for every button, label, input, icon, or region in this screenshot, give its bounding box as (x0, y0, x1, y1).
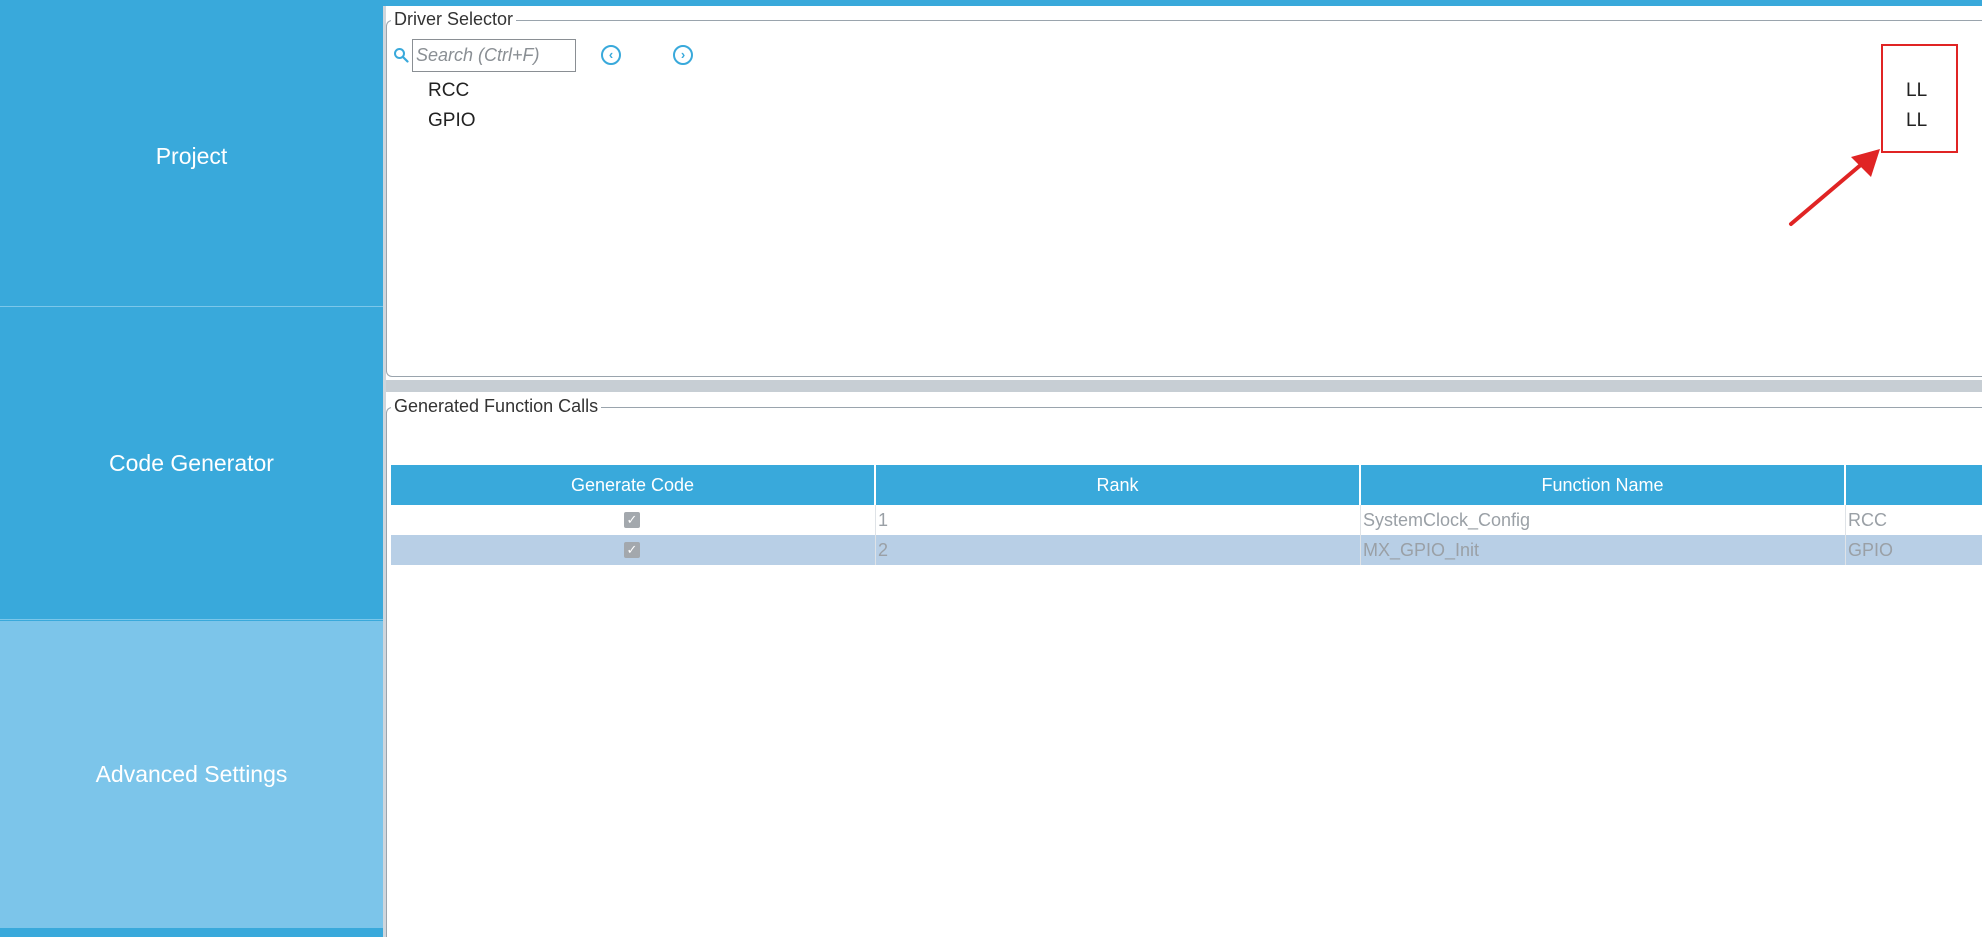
checkbox-checked-icon[interactable]: ✓ (624, 512, 640, 528)
chevron-right-circle-icon[interactable]: › (673, 45, 693, 65)
function-name-cell: SystemClock_Config (1361, 505, 1846, 535)
column-header-generate-code[interactable]: Generate Code (391, 465, 876, 505)
sidebar-item-advanced-settings[interactable]: Advanced Settings (0, 621, 383, 928)
column-header-rank[interactable]: Rank (876, 465, 1361, 505)
search-input[interactable] (412, 39, 576, 72)
annotation-arrow-icon (1789, 149, 1880, 226)
table-row[interactable]: ✓ 1 SystemClock_Config RCC (391, 505, 1982, 535)
generate-code-cell: ✓ (391, 505, 876, 535)
sidebar: Project Code Generator Advanced Settings (0, 6, 383, 937)
driver-selector-title: Driver Selector (391, 9, 517, 30)
function-name-cell: MX_GPIO_Init (1361, 535, 1846, 565)
chevron-left-circle-icon[interactable]: ‹ (601, 45, 621, 65)
driver-row-rcc[interactable]: RCC LL (428, 80, 1982, 110)
column-header-ip[interactable] (1846, 465, 1982, 505)
generate-code-cell: ✓ (391, 535, 876, 565)
sidebar-bottom-strip (0, 928, 383, 937)
table-row[interactable]: ✓ 2 MX_GPIO_Init GPIO (391, 535, 1982, 565)
table-header: Generate Code Rank Function Name (391, 465, 1982, 505)
rank-cell: 1 (876, 505, 1361, 535)
checkbox-checked-icon[interactable]: ✓ (624, 542, 640, 558)
sidebar-item-label: Code Generator (109, 450, 274, 476)
rank-cell: 2 (876, 535, 1361, 565)
ip-cell: GPIO (1848, 540, 1894, 560)
sidebar-item-code-generator[interactable]: Code Generator (0, 308, 383, 620)
generated-function-calls-title: Generated Function Calls (391, 396, 602, 417)
horizontal-splitter[interactable] (386, 380, 1982, 392)
driver-row-gpio[interactable]: GPIO LL (428, 110, 1982, 140)
driver-name: GPIO (428, 110, 476, 131)
search-icon (394, 48, 409, 63)
driver-name: RCC (428, 80, 470, 101)
sidebar-item-label: Project (155, 142, 228, 169)
sidebar-item-label: Advanced Settings (95, 761, 288, 787)
sidebar-item-project[interactable]: Project (0, 6, 383, 307)
annotation-highlight-box (1881, 44, 1958, 153)
column-header-function-name[interactable]: Function Name (1361, 465, 1846, 505)
driver-selector-group (386, 20, 1982, 377)
ip-cell: RCC (1848, 510, 1887, 530)
